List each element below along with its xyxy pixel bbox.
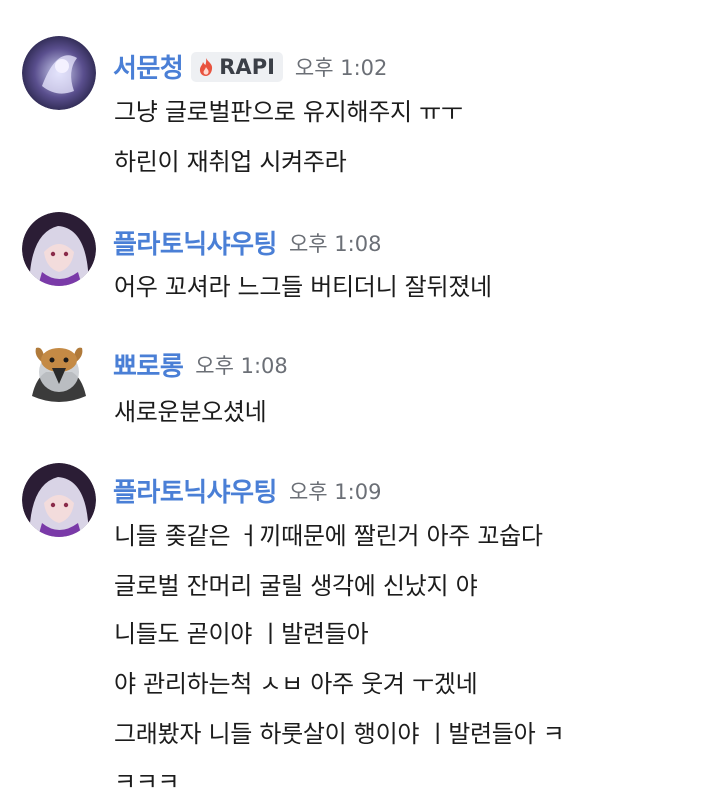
username[interactable]: 플라토닉샤우팅 (113, 224, 277, 261)
role-badge-label: RAPI (219, 54, 275, 79)
avatar[interactable] (22, 212, 96, 286)
message-header: 서문청 RAPI 오후 1:02 (113, 48, 387, 85)
username[interactable]: 플라토닉샤우팅 (113, 472, 277, 509)
username[interactable]: 서문청 (113, 48, 184, 85)
chat-message-list: 서문청 RAPI 오후 1:02 그냥 글로벌판으로 유지해주지 ㅠㅜ 하린이 … (0, 0, 714, 801)
message-text: 새로운분오셨네 (114, 398, 267, 426)
username[interactable]: 뾰로롱 (113, 346, 184, 383)
timestamp: 오후 1:02 (294, 55, 388, 80)
message-text: 글로벌 잔머리 굴릴 생각에 신났지 야 (114, 572, 478, 600)
avatar[interactable] (22, 338, 96, 412)
fire-icon (196, 57, 216, 77)
message-header: 플라토닉샤우팅 오후 1:08 (113, 224, 381, 261)
message-header: 플라토닉샤우팅 오후 1:09 (113, 472, 381, 509)
timestamp: 오후 1:08 (195, 353, 288, 378)
timestamp: 오후 1:09 (288, 479, 382, 504)
message-header: 뾰로롱 오후 1:08 (113, 346, 288, 383)
avatar[interactable] (22, 36, 96, 110)
role-badge[interactable]: RAPI (191, 51, 283, 82)
message-text: ㅋㅋㅋ (114, 768, 180, 796)
message-text: 야 관리하는척 ㅅㅂ 아주 웃겨 ㅜ겠네 (114, 670, 478, 698)
message-text: 니들 좆같은 ㅓ끼때문에 짤린거 아주 꼬숩다 (114, 522, 543, 550)
message-text: 니들도 곧이야 ㅣ발련들아 (114, 620, 369, 648)
message-text: 하린이 재취업 시켜주라 (114, 148, 347, 176)
message-text: 그래봤자 니들 하룻살이 행이야 ㅣ발련들아 ㅋ (114, 720, 565, 748)
message-text: 어우 꼬셔라 느그들 버티더니 잘뒤졌네 (114, 273, 492, 301)
timestamp: 오후 1:08 (288, 231, 382, 256)
message-text: 그냥 글로벌판으로 유지해주지 ㅠㅜ (114, 98, 463, 126)
avatar[interactable] (22, 463, 96, 537)
